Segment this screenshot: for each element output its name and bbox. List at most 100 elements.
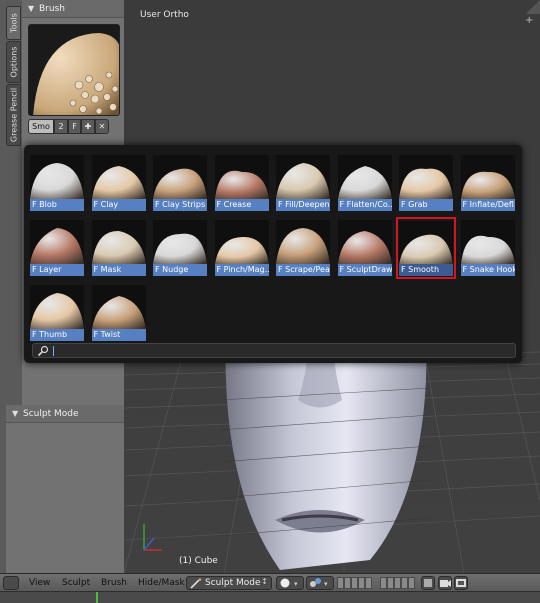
brush-tile-label: F Fill/Deepen <box>276 199 330 211</box>
properties-toggle-icon[interactable]: + <box>525 16 534 26</box>
brush-tile-flatten-co[interactable]: F Flatten/Co... <box>336 153 394 213</box>
brush-preview[interactable] <box>28 24 120 116</box>
tab-grease-pencil[interactable]: Grease Pencil <box>6 84 21 146</box>
add-brush-button[interactable]: ✚ <box>81 119 95 134</box>
brush-tile-label: F Pinch/Mag... <box>214 264 269 276</box>
unlink-brush-button[interactable]: ✕ <box>95 119 109 134</box>
tab-options[interactable]: Options <box>6 41 21 83</box>
brush-thumbnail <box>460 220 515 264</box>
brush-thumbnail <box>399 221 453 265</box>
render-anim-button[interactable] <box>454 576 468 590</box>
close-icon: ✕ <box>98 122 106 131</box>
brush-tile-clay-strips[interactable]: F Clay Strips <box>151 153 209 213</box>
brush-tile-label: F Smooth <box>399 264 453 276</box>
collapse-arrow-icon: ▼ <box>28 4 35 13</box>
brush-tile-label: F Clay Strips <box>153 199 207 211</box>
sculpt-mode-panel-body <box>6 405 124 573</box>
menu-brush[interactable]: Brush <box>101 578 127 588</box>
brush-tile-label: F Grab <box>399 199 453 211</box>
camera-icon <box>440 580 451 587</box>
axis-gizmo <box>143 524 162 551</box>
brush-tile-label: F Nudge <box>153 264 207 276</box>
brush-tile-label: F Thumb <box>30 329 84 341</box>
pivot-selector[interactable]: ▾ <box>306 576 334 590</box>
brush-tile-scrape-pea[interactable]: F Scrape/Pea <box>274 218 332 278</box>
viewport-shading-selector[interactable]: ▾ <box>276 576 304 590</box>
brush-panel-header[interactable]: ▼ Brush <box>22 0 124 18</box>
brush-thumbnail <box>276 155 330 199</box>
brush-tile-thumb[interactable]: F Thumb <box>28 283 86 343</box>
brush-tile-sculptdraw[interactable]: F SculptDraw <box>336 218 394 278</box>
viewport-corner-handle[interactable] <box>526 0 540 14</box>
brush-tile-pinch-mag[interactable]: F Pinch/Mag... <box>213 218 271 278</box>
brush-tile-layer[interactable]: F Layer <box>28 218 86 278</box>
brush-tile-grab[interactable]: F Grab <box>397 153 455 213</box>
brush-tile-label: F SculptDraw <box>337 264 392 276</box>
viewport-title: User Ortho <box>140 10 189 20</box>
layer-buttons-2[interactable] <box>380 577 415 589</box>
smooth-brush-thumbnail <box>29 25 119 115</box>
brush-thumbnail <box>460 155 515 199</box>
current-frame-marker[interactable] <box>96 592 98 603</box>
brush-tile-clay[interactable]: F Clay <box>90 153 148 213</box>
updown-arrow-icon: ↕ <box>261 577 268 586</box>
brush-tile-label: F Inflate/Defl... <box>460 199 515 211</box>
brush-tile-inflate-defl[interactable]: F Inflate/Defl... <box>459 153 517 213</box>
film-icon <box>456 579 466 587</box>
brush-tile-crease[interactable]: F Crease <box>213 153 271 213</box>
text-cursor <box>53 346 54 356</box>
brush-thumbnail <box>399 155 453 199</box>
timeline-strip[interactable] <box>0 591 540 603</box>
fake-user-button[interactable]: F <box>68 119 81 134</box>
brush-thumbnail <box>30 220 84 264</box>
active-object-label: (1) Cube <box>179 556 218 566</box>
brush-tile-label: F Clay <box>91 199 146 211</box>
brush-tile-label: F Blob <box>30 199 84 211</box>
menu-hide-mask[interactable]: Hide/Mask <box>138 578 185 588</box>
brush-tile-mask[interactable]: F Mask <box>90 218 148 278</box>
layers-icon <box>424 579 432 587</box>
brush-tile-twist[interactable]: F Twist <box>90 283 148 343</box>
brush-thumbnail <box>153 155 207 199</box>
mode-selector[interactable]: Sculpt Mode ↕ <box>186 576 272 590</box>
brush-tile-label: F Snake Hook <box>460 264 515 276</box>
brush-thumbnail <box>337 220 392 264</box>
brush-tile-label: F Mask <box>91 264 146 276</box>
brush-thumbnail <box>91 155 146 199</box>
lock-layers-button[interactable] <box>421 576 435 590</box>
editor-type-selector[interactable] <box>3 576 19 590</box>
brush-tile-smooth[interactable]: F Smooth <box>396 217 456 279</box>
pivot-icon: ▾ <box>310 578 328 588</box>
sculpt-mode-panel-title: Sculpt Mode <box>23 409 79 419</box>
shading-sphere-icon: ▾ <box>280 578 298 588</box>
brush-thumbnail <box>91 285 146 329</box>
brush-tile-blob[interactable]: F Blob <box>28 153 86 213</box>
tab-options-label: Options <box>9 46 18 78</box>
add-icon: ✚ <box>84 122 92 131</box>
viewport-header: View Sculpt Brush Hide/Mask Sculpt Mode … <box>0 573 540 591</box>
brush-search-field[interactable] <box>32 343 516 358</box>
brush-thumbnail <box>214 220 269 264</box>
brush-tile-label: F Layer <box>30 264 84 276</box>
brush-tile-label: F Flatten/Co... <box>337 199 392 211</box>
render-button[interactable] <box>438 576 452 590</box>
brush-thumbnail <box>153 220 207 264</box>
brush-name-field[interactable]: Smo <box>28 119 54 134</box>
tab-tools-label: Tools <box>9 13 18 33</box>
collapse-arrow-icon: ▼ <box>12 409 19 418</box>
brush-datablock-row: Smo 2 F ✚ ✕ <box>28 119 109 134</box>
brush-thumbnail <box>91 220 146 264</box>
brush-thumbnail <box>30 155 84 199</box>
brush-tile-label: F Twist <box>91 329 146 341</box>
brush-users-count[interactable]: 2 <box>54 119 68 134</box>
brush-tile-fill-deepen[interactable]: F Fill/Deepen <box>274 153 332 213</box>
menu-view[interactable]: View <box>29 578 50 588</box>
brush-tile-snake-hook[interactable]: F Snake Hook <box>459 218 517 278</box>
layer-buttons-1[interactable] <box>337 577 372 589</box>
menu-sculpt[interactable]: Sculpt <box>62 578 90 588</box>
brush-tile-nudge[interactable]: F Nudge <box>151 218 209 278</box>
sculpt-brush-icon <box>190 578 202 589</box>
tab-tools[interactable]: Tools <box>6 6 21 40</box>
search-icon <box>37 345 49 357</box>
sculpt-mode-panel-header[interactable]: ▼ Sculpt Mode <box>6 405 124 423</box>
